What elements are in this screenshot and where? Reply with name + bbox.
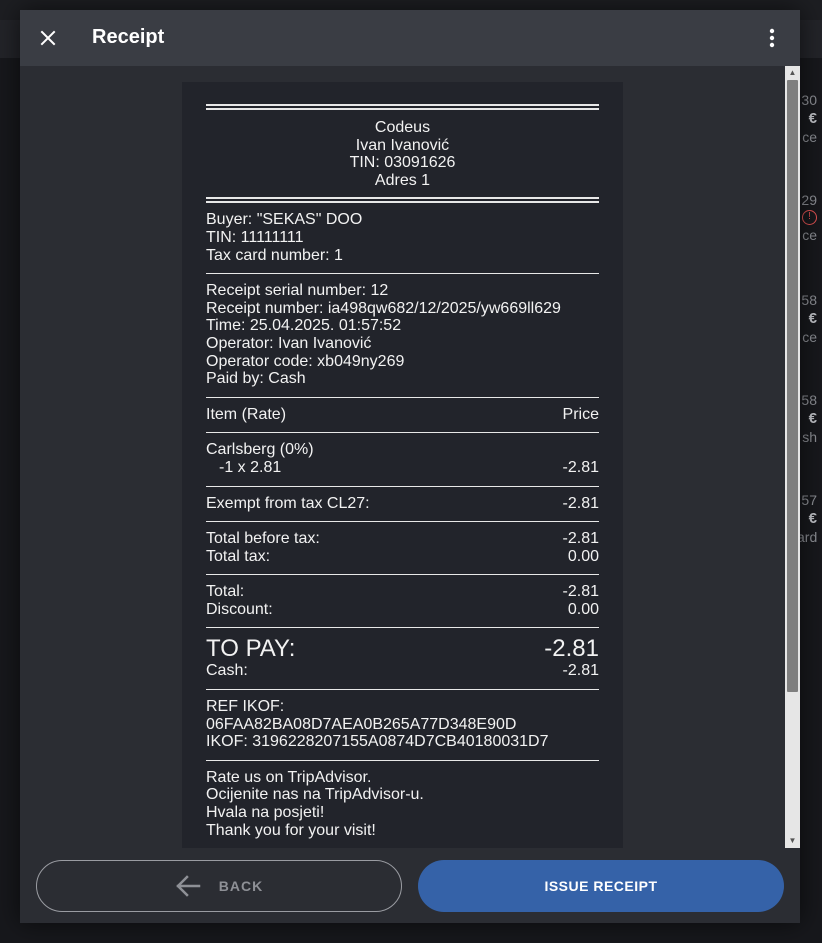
exempt-row: Exempt from tax CL27: -2.81 — [206, 487, 599, 522]
tax-card-number: Tax card number: 1 — [206, 246, 343, 264]
back-button[interactable]: BACK — [36, 860, 402, 912]
item-row: Carlsberg (0%) -1 x 2.81 -2.81 — [206, 433, 599, 485]
bg-currency: € — [808, 410, 817, 427]
issue-receipt-button[interactable]: ISSUE RECEIPT — [418, 860, 784, 912]
item-quantity: -1 x 2.81 — [219, 458, 282, 476]
bg-currency: € — [808, 510, 817, 527]
bg-label: ce — [802, 329, 817, 345]
footer-line: Rate us on TripAdvisor. — [206, 768, 372, 786]
receipt-number: Receipt number: ia498qw682/12/2025/yw669… — [206, 299, 561, 317]
buyer-section: Buyer: "SEKAS" DOO TIN: 11111111 Tax car… — [206, 203, 599, 273]
dialog-title: Receipt — [92, 26, 165, 48]
cash-value: -2.81 — [562, 662, 599, 680]
total-tax-value: 0.00 — [567, 547, 599, 565]
scrollbar-thumb[interactable] — [787, 80, 798, 692]
close-icon[interactable] — [36, 26, 60, 50]
receipt-preview: Codeus Ivan Ivanović TIN: 03091626 Adres… — [182, 82, 623, 848]
bg-amount: 58 — [801, 392, 817, 408]
totals: Total: -2.81 Discount: 0.00 — [206, 575, 599, 627]
receipt-header: Codeus Ivan Ivanović TIN: 03091626 Adres… — [206, 110, 599, 197]
background-list-item: 58 € sh — [797, 368, 822, 468]
receipt-scroll-area[interactable]: Codeus Ivan Ivanović TIN: 03091626 Adres… — [20, 66, 800, 848]
scroll-up-icon[interactable]: ▲ — [785, 66, 800, 80]
error-icon: ! — [802, 210, 817, 225]
company-tin: TIN: 03091626 — [349, 154, 456, 172]
company-address: Adres 1 — [374, 171, 431, 189]
footer-line: Thank you for your visit! — [206, 821, 376, 839]
paid-by: Paid by: Cash — [206, 370, 306, 388]
scrollbar[interactable]: ▲ ▼ — [785, 66, 800, 848]
more-vertical-icon[interactable] — [760, 26, 784, 50]
bg-label: ce — [802, 129, 817, 145]
receipt-serial: Receipt serial number: 12 — [206, 282, 389, 300]
total-label: Total: — [206, 583, 245, 601]
total-before-tax-value: -2.81 — [562, 530, 599, 548]
receipt-time: Time: 25.04.2025. 01:57:52 — [206, 317, 402, 335]
background-list: 30 € ce 29 ! ce 58 € ce 58 € sh 57 € ard — [797, 68, 822, 570]
bg-label: ard — [797, 529, 818, 545]
buyer-name: Buyer: "SEKAS" DOO — [206, 211, 363, 229]
receipt-footer: Rate us on TripAdvisor. Ocijenite nas na… — [206, 761, 599, 848]
price-column-header: Price — [562, 405, 599, 423]
operator-name: Operator: Ivan Ivanović — [206, 334, 372, 352]
receipt-info-section: Receipt serial number: 12 Receipt number… — [206, 274, 599, 397]
bg-label: ce — [802, 227, 817, 243]
item-price: -2.81 — [562, 458, 599, 476]
bg-currency: € — [808, 310, 817, 327]
tax-totals: Total before tax: -2.81 Total tax: 0.00 — [206, 522, 599, 574]
discount-label: Discount: — [206, 600, 273, 618]
cash-label: Cash: — [206, 662, 248, 680]
bg-amount: 30 — [801, 92, 817, 108]
bg-currency: € — [808, 110, 817, 127]
background-list-item: 30 € ce — [797, 68, 822, 168]
receipt-dialog: Receipt Codeus Ivan Ivanović TIN: 030916… — [20, 10, 800, 923]
total-tax-label: Total tax: — [206, 547, 271, 565]
to-pay-label: TO PAY: — [206, 635, 296, 663]
background-list-item: 58 € ce — [797, 268, 822, 368]
company-name: Codeus — [374, 119, 431, 136]
total-value: -2.81 — [562, 583, 599, 601]
buyer-tin: TIN: 11111111 — [206, 228, 304, 246]
bg-amount: 58 — [801, 292, 817, 308]
items-header: Item (Rate) Price — [206, 398, 599, 433]
exempt-label: Exempt from tax CL27: — [206, 494, 370, 512]
scroll-down-icon[interactable]: ▼ — [785, 834, 800, 848]
payment-section: TO PAY: -2.81 Cash: -2.81 — [206, 628, 599, 689]
dialog-header: Receipt — [20, 10, 800, 66]
exempt-value: -2.81 — [562, 494, 599, 512]
owner-name: Ivan Ivanović — [355, 136, 450, 154]
footer-line: Hvala na posjeti! — [206, 804, 325, 822]
bg-amount: 57 — [801, 492, 817, 508]
item-name: Carlsberg (0%) — [206, 441, 314, 459]
items-column-header: Item (Rate) — [206, 405, 287, 423]
discount-value: 0.00 — [567, 600, 599, 618]
to-pay-value: -2.81 — [544, 635, 599, 663]
bg-label: sh — [802, 429, 817, 445]
total-before-tax-label: Total before tax: — [206, 530, 320, 548]
ikof: IKOF: 3196228207155A0874D7CB40180031D7 — [206, 733, 549, 751]
operator-code: Operator code: xb049ny269 — [206, 352, 405, 370]
footer-line: Ocijenite nas na TripAdvisor-u. — [206, 786, 424, 804]
background-list-item: 29 ! ce — [797, 168, 822, 268]
ref-ikof: REF IKOF: 06FAA82BA08D7AEA0B265A77D348E9… — [206, 698, 517, 733]
bg-amount: 29 — [801, 192, 817, 208]
ikof-section: REF IKOF: 06FAA82BA08D7AEA0B265A77D348E9… — [206, 690, 599, 760]
issue-receipt-label: ISSUE RECEIPT — [544, 878, 658, 894]
back-button-label: BACK — [218, 878, 264, 894]
background-list-item: 57 € ard — [797, 468, 822, 568]
arrow-left-icon — [175, 875, 201, 897]
dialog-footer: BACK ISSUE RECEIPT — [20, 848, 800, 923]
